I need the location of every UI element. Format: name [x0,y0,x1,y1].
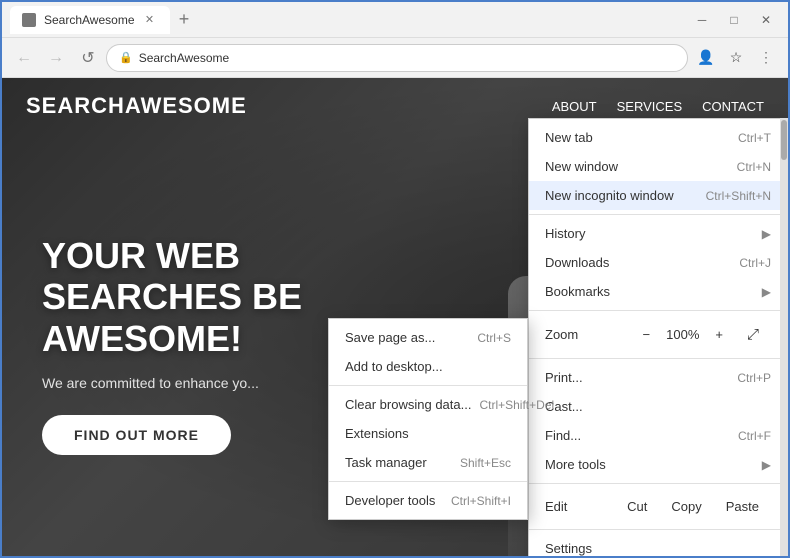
zoom-plus-button[interactable]: + [703,323,735,346]
submenu-save-page[interactable]: Save page as... Ctrl+S [329,323,527,352]
zoom-value: 100% [662,327,703,342]
edit-cut-button[interactable]: Cut [615,495,659,518]
menu-find[interactable]: Find... Ctrl+F [529,421,787,450]
menu-sep-3 [529,358,787,359]
maximize-button[interactable]: □ [720,9,748,31]
site-nav-links: ABOUT SERVICES CONTACT [552,99,764,114]
menu-more-tools[interactable]: More tools ▶ [529,450,787,479]
account-button[interactable]: 👤 [692,44,720,72]
zoom-fullscreen-button[interactable]: ⤢ [735,322,771,347]
cta-button[interactable]: FIND OUT MORE [42,415,231,455]
submenu-extensions[interactable]: Extensions [329,419,527,448]
new-tab-button[interactable]: + [170,6,198,34]
nav-contact[interactable]: CONTACT [702,99,764,114]
submenu-developer-tools[interactable]: Developer tools Ctrl+Shift+I [329,486,527,515]
menu-new-window[interactable]: New window Ctrl+N [529,152,787,181]
menu-sep-5 [529,529,787,530]
menu-button[interactable]: ⋮ [752,44,780,72]
url-text: SearchAwesome [139,51,675,65]
menu-sep-2 [529,310,787,311]
hero-subtitle: We are committed to enhance yo... [42,375,259,391]
address-bar[interactable]: 🔒 SearchAwesome [106,44,688,72]
title-bar: SearchAwesome ✕ + ─ □ ✕ [2,2,788,38]
menu-settings[interactable]: Settings [529,534,787,556]
site-logo: SEARCHAWESOME [26,93,247,119]
context-menu-wrapper: Save page as... Ctrl+S Add to desktop...… [528,118,788,556]
window-controls: ─ □ ✕ [688,9,780,31]
browser-window: SearchAwesome ✕ + ─ □ ✕ ← → ↺ 🔒 SearchAw… [0,0,790,558]
menu-print[interactable]: Print... Ctrl+P [529,363,787,392]
close-button[interactable]: ✕ [752,9,780,31]
minimize-button[interactable]: ─ [688,9,716,31]
zoom-minus-button[interactable]: − [631,323,663,346]
edit-copy-button[interactable]: Copy [659,495,713,518]
submenu-separator-2 [329,481,527,482]
back-button[interactable]: ← [10,44,38,72]
edit-paste-button[interactable]: Paste [714,495,771,518]
menu-downloads[interactable]: Downloads Ctrl+J [529,248,787,277]
main-context-menu: New tab Ctrl+T New window Ctrl+N New inc… [528,118,788,556]
tab-close-button[interactable]: ✕ [143,13,157,27]
menu-edit-row: Edit Cut Copy Paste [529,488,787,525]
submenu-task-manager[interactable]: Task manager Shift+Esc [329,448,527,477]
menu-history[interactable]: History ▶ [529,219,787,248]
tab-favicon [22,13,36,27]
tab-label: SearchAwesome [44,13,135,27]
menu-zoom-row: Zoom − 100% + ⤢ [529,315,787,354]
nav-right-icons: 👤 ☆ ⋮ [692,44,780,72]
menu-new-incognito[interactable]: New incognito window Ctrl+Shift+N [529,181,787,210]
webpage-content: SEARCHAWESOME ABOUT SERVICES CONTACT YOU… [2,78,788,556]
security-icon: 🔒 [119,51,133,64]
submenu-separator-1 [329,385,527,386]
nav-services[interactable]: SERVICES [617,99,683,114]
menu-sep-4 [529,483,787,484]
bookmark-button[interactable]: ☆ [722,44,750,72]
nav-about[interactable]: ABOUT [552,99,597,114]
submenu-clear-browsing[interactable]: Clear browsing data... Ctrl+Shift+Del [329,390,527,419]
menu-scrollbar[interactable] [780,118,788,556]
more-tools-submenu: Save page as... Ctrl+S Add to desktop...… [328,318,528,520]
refresh-button[interactable]: ↺ [74,44,102,72]
menu-sep-1 [529,214,787,215]
forward-button[interactable]: → [42,44,70,72]
menu-new-tab[interactable]: New tab Ctrl+T [529,123,787,152]
menu-cast[interactable]: Cast... [529,392,787,421]
browser-tab[interactable]: SearchAwesome ✕ [10,6,170,34]
navigation-bar: ← → ↺ 🔒 SearchAwesome 👤 ☆ ⋮ [2,38,788,78]
menu-bookmarks[interactable]: Bookmarks ▶ [529,277,787,306]
submenu-add-to-desktop[interactable]: Add to desktop... [329,352,527,381]
scrollbar-thumb[interactable] [781,120,787,160]
